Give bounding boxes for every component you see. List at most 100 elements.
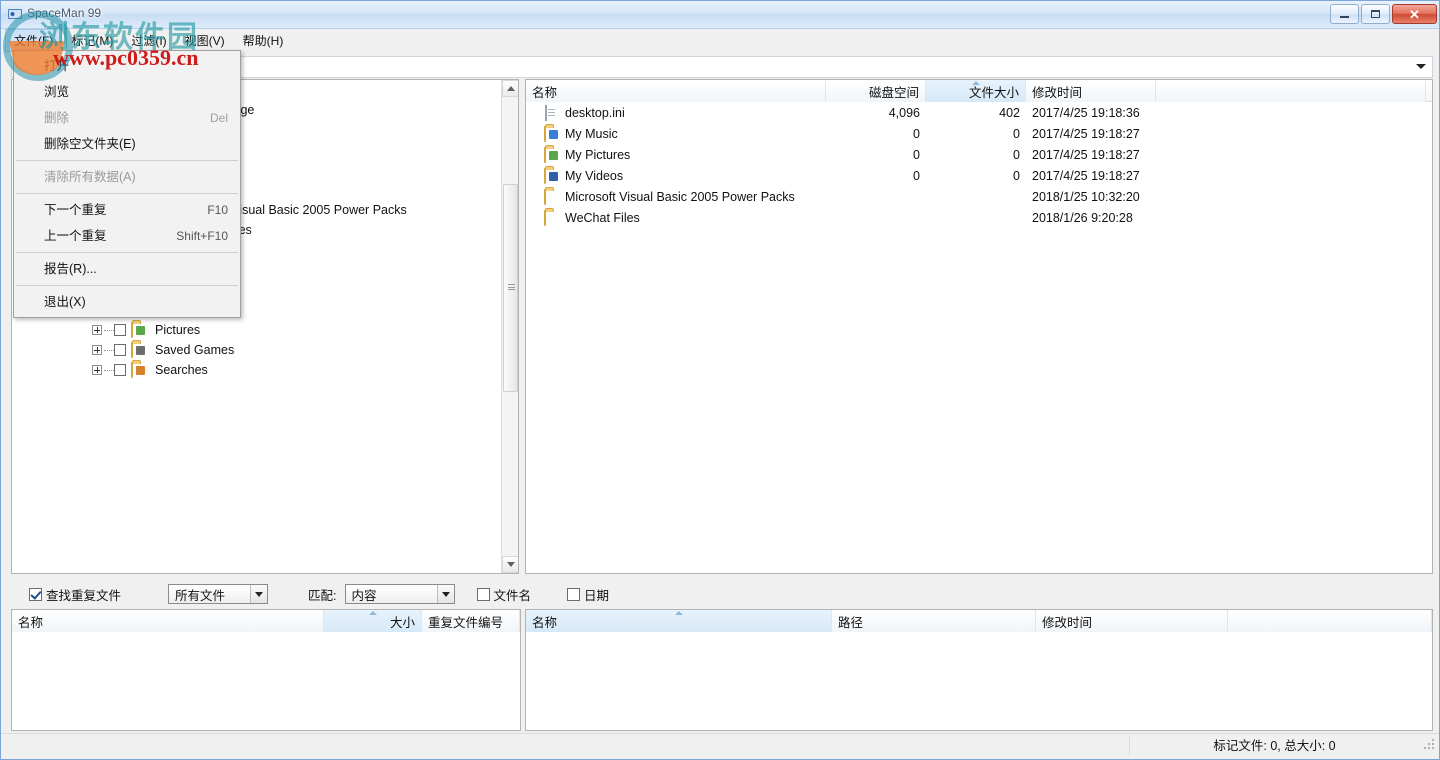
column-header[interactable]: 重复文件编号 [422, 610, 520, 632]
title-bar: SpaceMan 99 ✕ [1, 1, 1439, 29]
table-row[interactable]: desktop.ini 4,096 402 2017/4/25 19:18:36 [526, 102, 1432, 123]
column-header[interactable]: 大小 [324, 610, 422, 632]
menu-item[interactable]: 浏览 [14, 79, 240, 105]
expand-icon[interactable] [92, 325, 102, 335]
column-header[interactable] [1228, 610, 1432, 632]
find-duplicates-checkbox[interactable]: 查找重复文件 [29, 585, 121, 604]
tree-connector [104, 329, 114, 331]
tree-item[interactable]: Saved Games [12, 340, 502, 360]
table-cell [1156, 144, 1426, 165]
by-date-checkbox[interactable]: 日期 [567, 585, 609, 604]
column-header[interactable]: 路径 [832, 610, 1036, 632]
file-ini-icon [544, 104, 560, 121]
table-cell: Microsoft Visual Basic 2005 Power Packs [526, 186, 826, 207]
duplicate-groups-panel[interactable]: 名称 大小 重复文件编号 [11, 609, 521, 731]
col-name[interactable]: 名称 [526, 80, 826, 102]
file-type-select[interactable]: 所有文件 [168, 584, 269, 604]
column-header[interactable]: 名称 [12, 610, 324, 632]
minimize-button[interactable] [1330, 4, 1359, 24]
tree-item[interactable]: Pictures [12, 320, 502, 340]
menu-mark[interactable]: 标记(M) [62, 29, 122, 52]
sort-ascending-icon [971, 81, 980, 85]
minimize-icon [1340, 16, 1349, 18]
menu-item-label: 报告(R)... [44, 262, 97, 276]
column-header-label: 名称 [532, 615, 558, 630]
col-filler[interactable] [1156, 80, 1426, 102]
tree-scrollbar[interactable] [501, 80, 518, 573]
cell-text: 0 [1013, 168, 1020, 183]
cell-text: 0 [1013, 126, 1020, 141]
table-cell: My Videos [526, 165, 826, 186]
table-cell: 0 [926, 144, 1026, 165]
maximize-button[interactable] [1361, 4, 1390, 24]
scrollbar-thumb[interactable] [503, 184, 518, 392]
menu-item[interactable]: 下一个重复 F10 [14, 197, 240, 223]
maximize-icon [1371, 10, 1380, 18]
cell-text: 2017/4/25 19:18:27 [1032, 147, 1140, 162]
scroll-up-button[interactable] [502, 80, 518, 97]
table-row[interactable]: My Pictures 0 0 2017/4/25 19:18:27 [526, 144, 1432, 165]
duplicate-files-panel[interactable]: 名称 路径 修改时间 [525, 609, 1433, 731]
menu-item-label: 上一个重复 [44, 229, 107, 243]
file-type-value: 所有文件 [175, 588, 226, 603]
chevron-down-icon[interactable] [1416, 64, 1426, 69]
menu-item[interactable]: 删除空文件夹(E) [14, 131, 240, 157]
menu-item[interactable]: 报告(R)... [14, 256, 240, 282]
table-row[interactable]: WeChat Files 2018/1/26 9:20:28 [526, 207, 1432, 228]
tree-item[interactable]: Searches [12, 360, 502, 380]
tree-item-checkbox[interactable] [114, 364, 126, 376]
menu-item-accelerator: Shift+F10 [176, 229, 228, 243]
folder-music-icon [544, 125, 560, 142]
cell-text: My Pictures [565, 147, 631, 162]
folder-pictures-icon [544, 146, 560, 163]
menu-item-label: 清除所有数据(A) [44, 170, 136, 184]
folder-videos-icon [544, 167, 560, 184]
folder-icon [544, 188, 560, 205]
menu-help[interactable]: 帮助(H) [234, 29, 293, 52]
menu-file[interactable]: 文件(F) [5, 28, 63, 52]
menu-separator [16, 193, 238, 194]
chevron-down-icon[interactable] [436, 585, 454, 603]
menu-item[interactable]: 上一个重复 Shift+F10 [14, 223, 240, 249]
menu-item[interactable]: 退出(X) [14, 289, 240, 315]
match-label: 匹配: [308, 588, 337, 603]
grip-icon [508, 284, 515, 290]
expand-icon[interactable] [92, 365, 102, 375]
table-cell [1156, 186, 1426, 207]
resize-grip-icon[interactable] [1423, 738, 1437, 752]
menu-filter[interactable]: 过滤(I) [122, 29, 175, 52]
menu-item-label: 下一个重复 [44, 203, 107, 217]
scroll-down-button[interactable] [502, 556, 518, 573]
column-header[interactable]: 修改时间 [1036, 610, 1228, 632]
cell-text: 2018/1/26 9:20:28 [1032, 210, 1133, 225]
cell-text: 2017/4/25 19:18:36 [1032, 105, 1140, 120]
table-row[interactable]: Microsoft Visual Basic 2005 Power Packs 2… [526, 186, 1432, 207]
window-controls: ✕ [1330, 4, 1437, 24]
menu-item-accelerator: F10 [207, 203, 228, 217]
table-row[interactable]: My Videos 0 0 2017/4/25 19:18:27 [526, 165, 1432, 186]
file-list-panel[interactable]: 名称 磁盘空间 文件大小 修改时间 desktop.ini 4,096 402 2017/4… [525, 79, 1433, 574]
menu-item-label: 删除 [44, 111, 70, 125]
by-filename-checkbox[interactable]: 文件名 [476, 585, 531, 604]
table-row[interactable]: My Music 0 0 2017/4/25 19:18:27 [526, 123, 1432, 144]
col-file-size[interactable]: 文件大小 [926, 80, 1026, 102]
table-cell: 0 [826, 165, 926, 186]
menu-view[interactable]: 视图(V) [176, 29, 234, 52]
close-button[interactable]: ✕ [1392, 4, 1437, 24]
column-header-label: 重复文件编号 [428, 615, 504, 630]
file-menu-dropdown[interactable]: 打开 浏览 删除 Del 删除空文件夹(E) 清除所有数据(A) 下一个重复 F10 上一个重复… [13, 50, 241, 318]
menu-item[interactable]: 打开 [14, 53, 240, 79]
match-select[interactable]: 内容 [344, 584, 455, 604]
tree-item-checkbox[interactable] [114, 324, 126, 336]
tree-item-checkbox[interactable] [114, 344, 126, 356]
table-cell: 2017/4/25 19:18:36 [1026, 102, 1156, 123]
cell-text: desktop.ini [565, 105, 625, 120]
arrow-up-icon [506, 86, 515, 91]
chevron-down-icon[interactable] [250, 585, 268, 603]
table-cell [1156, 207, 1426, 228]
expand-icon[interactable] [92, 345, 102, 355]
folder-games-icon [131, 342, 147, 358]
col-disk-space[interactable]: 磁盘空间 [826, 80, 926, 102]
col-modified[interactable]: 修改时间 [1026, 80, 1156, 102]
column-header[interactable]: 名称 [526, 610, 832, 632]
